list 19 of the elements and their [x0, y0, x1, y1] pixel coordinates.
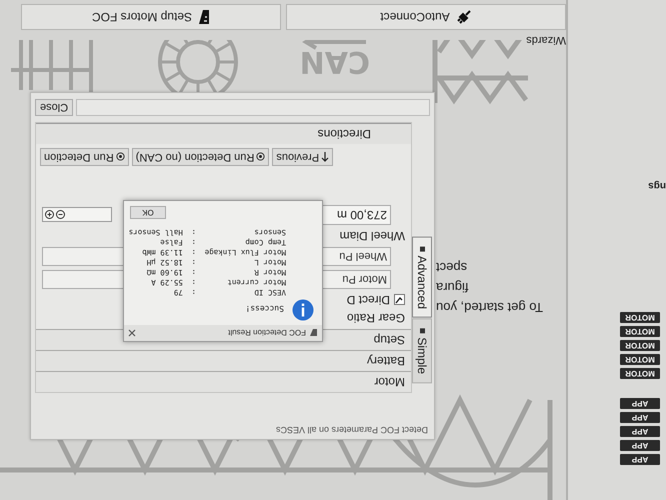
intro-text: figura: [436, 279, 469, 297]
group-title: Gear Ratio: [346, 311, 405, 325]
motor-badge: MOTOR: [620, 312, 660, 323]
window-title: FOC Detection Result: [228, 328, 306, 338]
field-label: Wheel Diam: [340, 229, 405, 243]
motor-badge: MOTOR: [620, 354, 660, 365]
app-badge: APP: [620, 426, 660, 437]
app-badge: APP: [620, 454, 660, 465]
window-title: Detect FOC Parameters on all VESCs: [274, 424, 429, 437]
status-text: Success!: [245, 303, 284, 313]
motor-badge: MOTOR: [620, 368, 660, 379]
motor-badge: MOTOR: [620, 326, 660, 337]
intro-text: spect: [436, 259, 468, 277]
group-title: Wizards: [526, 34, 566, 46]
app-badge: APP: [620, 440, 660, 451]
app-badge: APP: [620, 412, 660, 423]
motor-badge: MOTOR: [620, 340, 660, 351]
intro-text: To get started, you: [436, 299, 543, 317]
app-badge: APP: [620, 398, 660, 409]
